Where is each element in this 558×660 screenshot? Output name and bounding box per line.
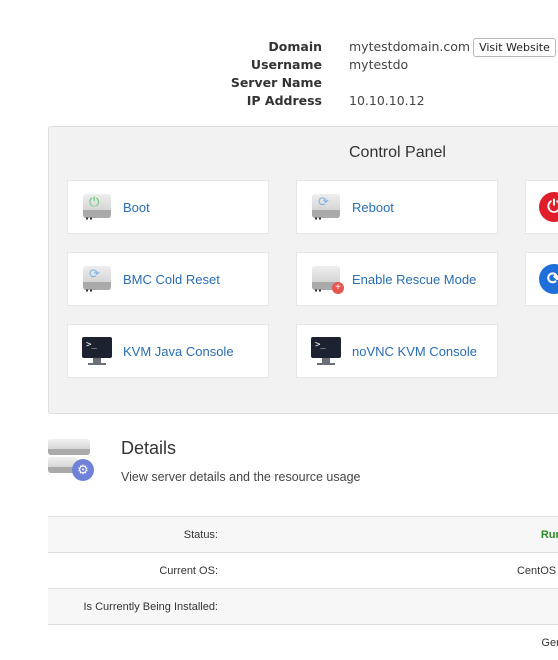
status-label: Status: <box>48 517 218 553</box>
boot-label: Boot <box>123 200 150 215</box>
bmc-cold-reset-button[interactable]: ⟳ BMC Cold Reset <box>67 252 269 306</box>
reboot-label: Reboot <box>352 200 394 215</box>
bmc-cold-reset-label: BMC Cold Reset <box>123 272 220 287</box>
current-os-label: Current OS: <box>48 553 218 589</box>
reinstall-button[interactable]: ⟳ <box>525 252 558 306</box>
ip-address-label: IP Address <box>200 92 322 110</box>
ip-address-value: 10.10.10.12 <box>349 92 556 110</box>
refresh-icon: ⟳ <box>539 264 558 294</box>
table-row: Is Currently Being Installed: No <box>48 589 558 625</box>
power-off-button[interactable]: ⏻ <box>525 180 558 234</box>
rescue-server-icon: + <box>310 264 344 294</box>
control-panel: Control Panel ⏻ Boot ⟳ Reboot ⟳ BMC Cold… <box>48 126 558 414</box>
row-value: Gener <box>218 625 558 660</box>
control-panel-title: Control Panel <box>349 144 446 162</box>
server-name-value <box>349 74 556 92</box>
novnc-kvm-console-button[interactable]: >_ noVNC KVM Console <box>296 324 498 378</box>
bmc-reset-server-icon: ⟳ <box>81 264 115 294</box>
domain-value-row: mytestdomain.com Visit Website <box>349 38 556 56</box>
status-value: Runni <box>218 517 558 553</box>
reboot-server-icon: ⟳ <box>310 192 344 222</box>
visit-website-button[interactable]: Visit Website <box>473 38 556 57</box>
details-title: Details <box>121 438 176 459</box>
table-row: Status: Runni <box>48 517 558 553</box>
console-monitor-icon: >_ <box>310 336 344 366</box>
kvm-java-console-label: KVM Java Console <box>123 344 234 359</box>
boot-server-icon: ⏻ <box>81 192 115 222</box>
details-table: Status: Runni Current OS: CentOS 8 ( Is … <box>48 516 558 660</box>
row-label <box>48 625 218 660</box>
reboot-button[interactable]: ⟳ Reboot <box>296 180 498 234</box>
installing-label: Is Currently Being Installed: <box>48 589 218 625</box>
table-row: Gener <box>48 625 558 660</box>
domain-value: mytestdomain.com <box>349 38 470 56</box>
details-subtitle: View server details and the resource usa… <box>121 470 361 484</box>
enable-rescue-mode-label: Enable Rescue Mode <box>352 272 476 287</box>
gear-icon: ⚙ <box>72 459 94 481</box>
boot-button[interactable]: ⏻ Boot <box>67 180 269 234</box>
kvm-java-console-button[interactable]: >_ KVM Java Console <box>67 324 269 378</box>
enable-rescue-mode-button[interactable]: + Enable Rescue Mode <box>296 252 498 306</box>
installing-value: No <box>218 589 558 625</box>
novnc-kvm-console-label: noVNC KVM Console <box>352 344 477 359</box>
server-settings-icon: ⚙ <box>48 437 96 483</box>
console-monitor-icon: >_ <box>81 336 115 366</box>
current-os-value: CentOS 8 ( <box>218 553 558 589</box>
username-value: mytestdo <box>349 56 556 74</box>
username-label: Username <box>200 56 322 74</box>
server-info: Domain mytestdomain.com Visit Website Us… <box>200 38 556 110</box>
table-row: Current OS: CentOS 8 ( <box>48 553 558 589</box>
power-icon: ⏻ <box>539 192 558 222</box>
server-name-label: Server Name <box>200 74 322 92</box>
domain-label: Domain <box>200 38 322 56</box>
